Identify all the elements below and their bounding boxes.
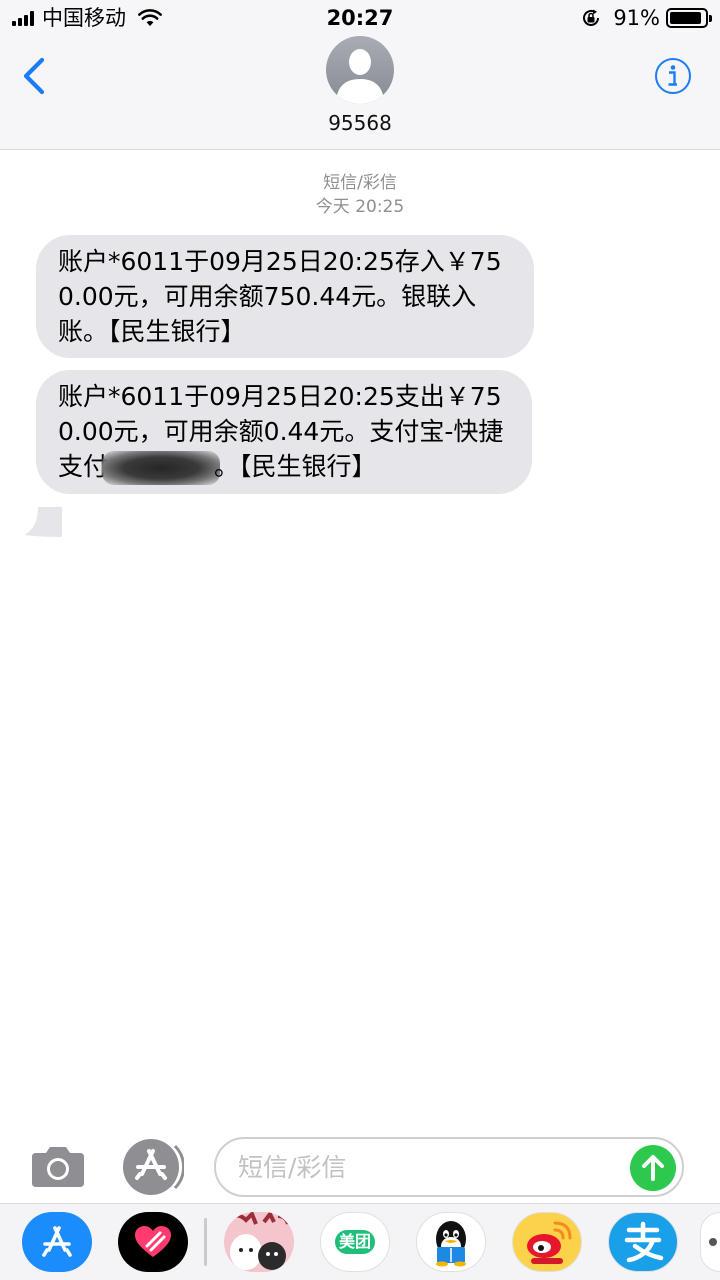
heart-icon	[135, 1226, 171, 1257]
more-apps-icon[interactable]	[700, 1212, 720, 1272]
alipay-glyph-icon	[624, 1221, 664, 1263]
qq-penguin-icon	[436, 1221, 466, 1267]
app-drawer: 美团	[0, 1203, 720, 1280]
person-silhouette-icon	[336, 49, 384, 104]
bubble-tail	[24, 507, 62, 537]
battery-icon	[666, 8, 712, 28]
sticker-pack-icon[interactable]	[224, 1212, 294, 1272]
cartoon-cats-icon	[228, 1212, 290, 1270]
camera-icon[interactable]	[28, 1143, 88, 1191]
app-store-drawer-icon[interactable]	[22, 1212, 92, 1272]
weibo-icon[interactable]	[512, 1212, 582, 1272]
message-placeholder: 短信/彩信	[238, 1153, 347, 1182]
send-button[interactable]	[630, 1145, 676, 1191]
message-bubble[interactable]: 账户*6011于09月25日20:25支出￥750.00元，可用余额0.44元。…	[36, 370, 532, 494]
weibo-logo-icon	[527, 1221, 572, 1264]
message-bubble[interactable]: 账户*6011于09月25日20:25存入￥750.00元，可用余额750.44…	[36, 235, 534, 358]
send-arrow-icon	[642, 1155, 664, 1181]
alipay-icon[interactable]	[608, 1212, 678, 1272]
digital-touch-icon[interactable]	[118, 1212, 188, 1272]
qq-icon[interactable]	[416, 1212, 486, 1272]
conversation-header: 95568	[0, 36, 720, 150]
chevron-left-icon[interactable]	[18, 56, 52, 96]
contact-name[interactable]: 95568	[0, 110, 720, 136]
rotation-lock-icon	[583, 9, 600, 26]
message-text-end: 。【民生银行】	[214, 452, 377, 481]
battery-fill	[670, 12, 701, 24]
more-dot	[709, 1238, 717, 1246]
contact-avatar[interactable]	[326, 36, 394, 104]
redaction-scribble	[102, 451, 221, 485]
compose-bar: 短信/彩信	[0, 1131, 720, 1203]
status-bar: 中国移动 20:27 91%	[0, 0, 720, 36]
message-timestamp: 今天 20:25	[315, 197, 405, 217]
service-label: 短信/彩信	[323, 173, 397, 193]
meituan-icon[interactable]: 美团	[320, 1212, 390, 1272]
info-circle-icon[interactable]	[654, 57, 692, 95]
meituan-label: 美团	[334, 1230, 375, 1254]
message-thread: 短信/彩信 今天 20:25 账户*6011于09月25日20:25存入￥750…	[0, 151, 720, 1131]
message-text: 账户*6011于09月25日20:25存入￥750.00元，可用余额750.44…	[58, 247, 502, 346]
app-store-icon[interactable]	[120, 1138, 184, 1196]
battery-percent: 91%	[613, 6, 660, 30]
status-right: 91%	[581, 6, 712, 30]
battery-nub	[709, 15, 712, 22]
message-input[interactable]: 短信/彩信	[214, 1137, 684, 1197]
drawer-divider	[204, 1218, 207, 1266]
app-store-glyph-icon	[42, 1226, 72, 1257]
